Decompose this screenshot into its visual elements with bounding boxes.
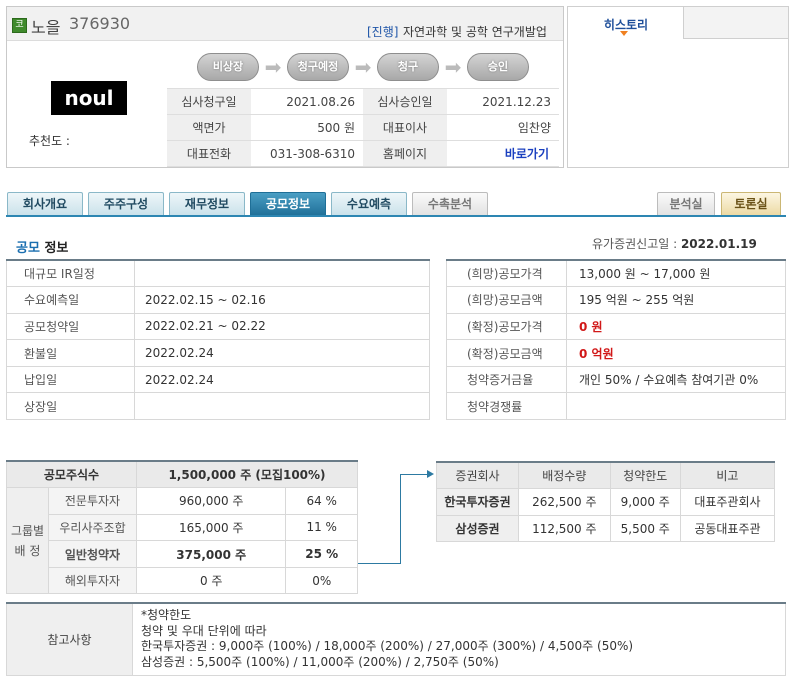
info-value: 2021.08.26 [251,88,363,115]
history-panel: 히스토리 [567,6,789,168]
info-value: 2021.12.23 [447,88,559,115]
info-row: 액면가 500 원 대표이사 임찬양 [167,114,559,141]
section-title: 공모 정보 [16,241,69,256]
tab-analysis-room[interactable]: 분석실 [657,192,715,216]
table-row: 청약증거금율 개인 50% / 수요예측 참여기관 0% [446,365,786,394]
table-row: (확정)공모가격 0 원 [446,312,786,341]
info-row: 심사청구일 2021.08.26 심사승인일 2021.12.23 [167,88,559,115]
note-line: *청약한도 [141,608,192,623]
info-row: 대표전화 031-308-6310 홈페이지 바로가기 [167,140,559,167]
tab-demand-forecast[interactable]: 수요예측 [331,192,407,216]
table-row: 대규모 IR일정 [6,259,430,288]
arrow-right-icon [427,470,434,478]
company-name: 노을 [31,18,61,37]
status-tag: [진행] [367,25,399,39]
connector-line [400,474,401,564]
industry-label: 자연과학 및 공학 연구개발업 [403,25,547,39]
pricing-table: (희망)공모가격 13,000 원 ~ 17,000 원 (희망)공모금액 195 … [446,259,786,421]
table-row: 참고사항 *청약한도 청약 및 우대 단위에 따라 한국투자증권 : 9,000… [6,602,786,676]
info-value: 031-308-6310 [251,140,363,167]
table-row: 납입일 2022.02.24 [6,365,430,394]
table-row: 환불일 2022.02.24 [6,339,430,367]
table-row: (희망)공모금액 195 억원 ~ 255 억원 [446,286,786,314]
table-row: 한국투자증권 262,500 주 9,000 주 대표주관회사 [436,488,776,516]
allocation-table: 공모주식수 1,500,000 주 (모집100%) 그룹별 배 정 전문투자자 … [6,460,358,595]
company-logo: noul [51,81,127,115]
table-row: (희망)공모가격 13,000 원 ~ 17,000 원 [446,259,786,288]
table-row: 수요예측일 2022.02.15 ~ 02.16 [6,286,430,314]
notes-body: *청약한도 청약 및 우대 단위에 따라 한국투자증권 : 9,000주 (10… [132,602,786,676]
market-badge-icon: 코 [12,18,27,33]
stage-arrow-icon: ➡ [354,55,372,79]
info-label: 홈페이지 [363,140,447,167]
table-row: 공모청약일 2022.02.21 ~ 02.22 [6,312,430,341]
group-allocation-label: 그룹별 배 정 [6,487,49,595]
connector-line [358,563,400,564]
caret-down-icon [620,31,628,36]
filing-date: 유가증권신고일 : 2022.01.19 [592,237,757,251]
table-row: 해외투자자 0 주 0% [7,566,358,595]
stage-approved: 승인 [467,53,529,81]
table-row: 청약경쟁률 [446,392,786,421]
info-value: 임찬양 [447,114,559,141]
stage-planned: 청구예정 [287,53,349,81]
notes-table: 참고사항 *청약한도 청약 및 우대 단위에 따라 한국투자증권 : 9,000… [6,602,786,676]
table-row: (확정)공모금액 0 억원 [446,339,786,367]
history-tab-strip [684,7,788,39]
info-label: 심사승인일 [363,88,447,115]
total-shares-value: 1,500,000 주 (모집100%) [136,460,358,489]
company-title-bar: 코 노을 376930 [진행] 자연과학 및 공학 연구개발업 [7,7,563,41]
info-value: 500 원 [251,114,363,141]
table-row: 공모주식수 1,500,000 주 (모집100%) [6,460,358,489]
tab-return-analysis[interactable]: 수촉분석 [412,192,488,216]
tab-discussion-room[interactable]: 토론실 [721,192,781,216]
company-code: 376930 [69,14,131,33]
tab-history[interactable]: 히스토리 [568,7,684,39]
homepage-link[interactable]: 바로가기 [447,140,559,167]
stage-filed: 청구 [377,53,439,81]
table-row: 우리사주조합 165,000 주 11 % [7,513,358,542]
stage-unlisted: 비상장 [197,53,259,81]
note-line: 삼성증권 : 5,500주 (100%) / 11,000주 (200%) / … [141,654,499,669]
connector-line [400,474,428,475]
stage-arrow-icon: ➡ [264,55,282,79]
note-line: 청약 및 우대 단위에 따라 [141,623,267,638]
total-shares-label: 공모주식수 [6,460,137,489]
tab-company-overview[interactable]: 회사개요 [7,192,83,216]
stage-arrow-icon: ➡ [444,55,462,79]
info-label: 대표이사 [363,114,447,141]
table-row: 그룹별 배 정 전문투자자 960,000 주 64 % [6,487,358,595]
note-line: 한국투자증권 : 9,000주 (100%) / 18,000주 (200%) … [141,639,634,654]
info-label: 심사청구일 [167,88,251,115]
info-label: 대표전화 [167,140,251,167]
company-info-table: 심사청구일 2021.08.26 심사승인일 2021.12.23 액면가 50… [167,88,559,167]
underwriters-table: 증권회사 배정수량 청약한도 비고 한국투자증권 262,500 주 9,000… [436,461,776,543]
table-row: 상장일 [6,392,430,421]
tab-underline [6,215,786,217]
tab-financials[interactable]: 재무정보 [169,192,245,216]
info-label: 액면가 [167,114,251,141]
table-row: 일반청약자 375,000 주 25 % [7,540,358,568]
table-header-row: 증권회사 배정수량 청약한도 비고 [436,461,776,490]
table-row: 삼성증권 112,500 주 5,500 주 공동대표주관 [436,514,776,543]
company-card: 코 노을 376930 [진행] 자연과학 및 공학 연구개발업 noul 추천… [6,6,564,168]
tab-offering-info[interactable]: 공모정보 [250,192,326,216]
recommend-label: 추천도 : [29,134,70,148]
tab-shareholders[interactable]: 주주구성 [88,192,164,216]
notes-label: 참고사항 [6,602,133,676]
schedule-table: 대규모 IR일정 수요예측일 2022.02.15 ~ 02.16 공모청약일 20… [6,259,430,421]
